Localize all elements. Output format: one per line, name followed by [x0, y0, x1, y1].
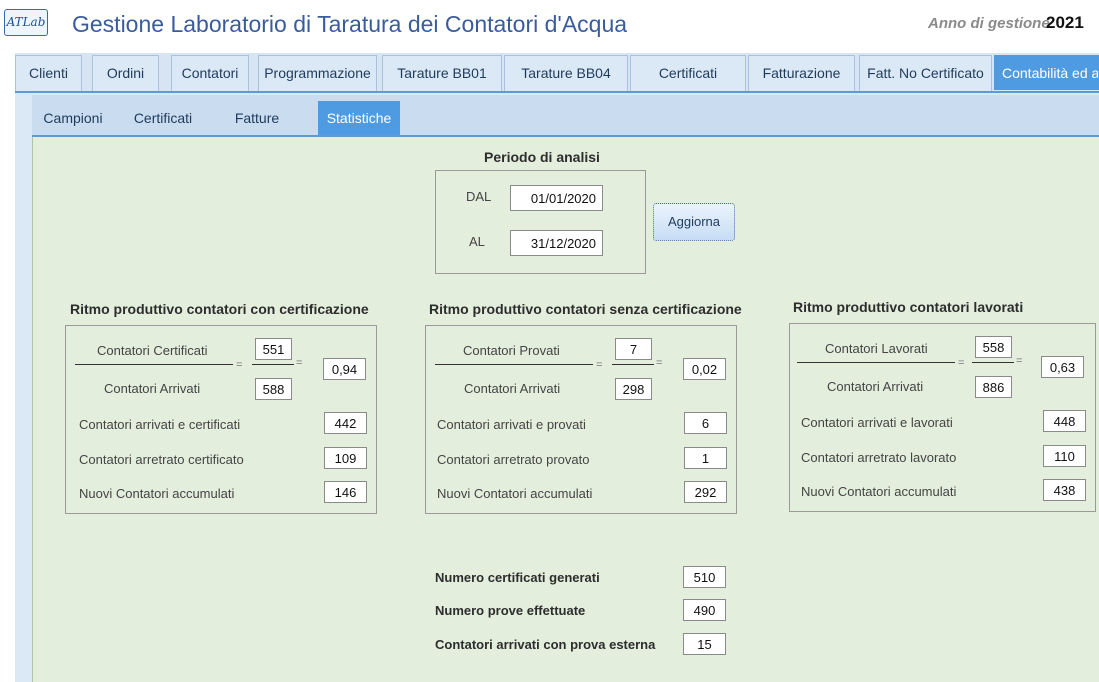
tab-clienti[interactable]: Clienti [15, 55, 82, 91]
denominator-value: 588 [255, 378, 292, 400]
row-label: Contatori arrivati e certificati [79, 417, 241, 432]
row-label: Contatori arrivati e lavorati [801, 415, 953, 430]
subtab-statistiche[interactable]: Statistiche [318, 101, 400, 135]
numerator-value: 558 [975, 336, 1012, 358]
fraction-line [75, 364, 233, 365]
row-label: Contatori arretrato lavorato [801, 450, 957, 465]
row-value: 442 [324, 412, 367, 434]
equals-sign: = [236, 359, 243, 371]
equals-sign: = [296, 357, 303, 369]
title-bar: ATLab Gestione Laboratorio di Taratura d… [0, 0, 1099, 46]
to-date-input[interactable]: 31/12/2020 [510, 230, 603, 256]
denominator-label: Contatori Arrivati [827, 379, 924, 394]
numerator-label: Contatori Provati [463, 343, 560, 358]
to-label: AL [469, 234, 485, 249]
tab-contabilita[interactable]: Contabilità ed a [994, 55, 1099, 90]
summary-value: 490 [683, 599, 726, 621]
tab-fatt-no-certificato[interactable]: Fatt. No Certificato [859, 55, 992, 91]
tab-ordini[interactable]: Ordini [92, 55, 159, 91]
row-value: 146 [324, 481, 367, 503]
row-label: Nuovi Contatori accumulati [79, 486, 235, 501]
app-logo: ATLab [4, 9, 48, 36]
from-date-input[interactable]: 01/01/2020 [510, 185, 603, 211]
fraction-line [797, 362, 955, 363]
row-value: 110 [1043, 445, 1086, 467]
equals-sign: = [596, 359, 603, 371]
from-label: DAL [466, 189, 492, 204]
ratio-value: 0,63 [1041, 356, 1084, 378]
section-title-worked: Ritmo produttivo contatori lavorati [793, 299, 1024, 315]
tab-tarature-bb04[interactable]: Tarature BB04 [504, 55, 628, 91]
section-title-certified: Ritmo produttivo contatori con certifica… [70, 301, 369, 317]
ratio-value: 0,94 [323, 358, 366, 380]
summary-label: Numero prove effettuate [435, 603, 586, 618]
year-label: Anno di gestione [928, 15, 1050, 32]
denominator-value: 886 [975, 376, 1012, 398]
row-value: 438 [1043, 479, 1086, 501]
content-area: Campioni Certificati Fatture Statistiche… [15, 93, 1099, 682]
app-title: Gestione Laboratorio di Taratura dei Con… [72, 11, 628, 37]
equals-sign: = [656, 357, 663, 369]
denominator-label: Contatori Arrivati [464, 381, 561, 396]
row-value: 109 [324, 447, 367, 469]
numerator-value: 7 [615, 338, 652, 360]
numerator-label: Contatori Lavorati [825, 341, 928, 356]
row-label: Nuovi Contatori accumulati [801, 484, 957, 499]
subtab-campioni[interactable]: Campioni [32, 101, 114, 135]
tab-contatori[interactable]: Contatori [171, 55, 249, 91]
year-field[interactable]: 2021 [1046, 13, 1084, 33]
fraction-line [435, 364, 593, 365]
row-value: 448 [1043, 410, 1086, 432]
denominator-label: Contatori Arrivati [104, 381, 201, 396]
row-label: Contatori arrivati e provati [437, 417, 586, 432]
period-title: Periodo di analisi [484, 149, 600, 165]
fraction-line [972, 362, 1014, 363]
row-value: 292 [684, 481, 727, 503]
tab-programmazione[interactable]: Programmazione [258, 55, 377, 91]
equals-sign: = [1016, 355, 1023, 367]
numerator-value: 551 [255, 338, 292, 360]
tab-tarature-bb01[interactable]: Tarature BB01 [382, 55, 502, 91]
denominator-value: 298 [615, 378, 652, 400]
tab-certificati[interactable]: Certificati [630, 55, 746, 91]
subtab-certificati[interactable]: Certificati [118, 101, 208, 135]
numerator-label: Contatori Certificati [97, 343, 208, 358]
statistics-panel: Periodo di analisi DAL 01/01/2020 AL 31/… [32, 137, 1099, 682]
summary-value: 510 [683, 566, 726, 588]
equals-sign: = [958, 357, 965, 369]
row-label: Contatori arretrato provato [437, 452, 590, 467]
row-value: 1 [684, 447, 727, 469]
refresh-button[interactable]: Aggiorna [653, 203, 735, 241]
row-label: Nuovi Contatori accumulati [437, 486, 593, 501]
ratio-value: 0,02 [683, 358, 726, 380]
summary-label: Contatori arrivati con prova esterna [435, 637, 656, 652]
subtab-fatture[interactable]: Fatture [212, 101, 302, 135]
sub-tab-bar: Campioni Certificati Fatture Statistiche [32, 95, 1099, 137]
summary-label: Numero certificati generati [435, 570, 600, 585]
row-value: 6 [684, 412, 727, 434]
tab-fatturazione[interactable]: Fatturazione [748, 55, 855, 91]
main-tab-bar: Clienti Ordini Contatori Programmazione … [15, 53, 1099, 93]
row-label: Contatori arretrato certificato [79, 452, 244, 467]
section-title-uncertified: Ritmo produttivo contatori senza certifi… [429, 301, 742, 317]
fraction-line [252, 364, 294, 365]
summary-value: 15 [683, 633, 726, 655]
fraction-line [612, 364, 654, 365]
